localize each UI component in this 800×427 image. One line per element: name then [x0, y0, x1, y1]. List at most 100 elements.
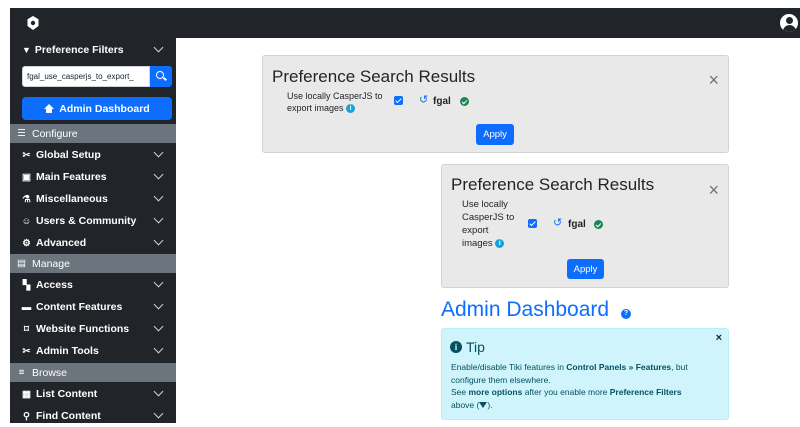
- filter-icon: ▼: [22, 45, 31, 55]
- tip-text: above (: [451, 399, 480, 410]
- info-icon[interactable]: i: [495, 238, 505, 248]
- chevron-down-icon: [153, 321, 164, 332]
- reset-icon[interactable]: ↺: [419, 95, 428, 106]
- sidebar-item-access[interactable]: ▚ Access: [10, 274, 176, 296]
- sidebar-item-label: List Content: [36, 388, 98, 400]
- tiki-logo-icon[interactable]: [26, 16, 40, 30]
- sidebar-item-global-setup[interactable]: ✂ Global Setup: [10, 144, 176, 166]
- chevron-down-icon: [153, 235, 164, 246]
- sidebar-item-main-features[interactable]: ▣ Main Features: [10, 166, 176, 188]
- preference-label-line: Use locally: [462, 199, 508, 210]
- sidebar-item-find-content[interactable]: ⚲ Find Content: [10, 405, 176, 427]
- tip-link[interactable]: more options: [469, 387, 523, 397]
- preference-checkbox[interactable]: [394, 96, 403, 105]
- sidebar-item-label: Users & Community: [36, 215, 137, 227]
- sidebar-item-admin-tools[interactable]: ✂ Admin Tools: [10, 340, 176, 362]
- sidebar-item-label: Main Features: [36, 171, 107, 183]
- sliders-icon: ☰: [17, 128, 26, 139]
- chevron-down-icon: [153, 408, 164, 419]
- sidebar-item-label: Global Setup: [36, 149, 101, 161]
- question-icon[interactable]: ?: [621, 309, 631, 319]
- flask-icon: ⚗: [22, 193, 31, 205]
- preference-label-line: export images: [287, 103, 344, 113]
- chevron-down-icon: [153, 213, 164, 224]
- close-icon[interactable]: ×: [708, 71, 719, 89]
- cogs-icon: ⚙: [22, 237, 31, 249]
- tip-title: Tip: [466, 339, 485, 355]
- admin-dashboard-button[interactable]: Admin Dashboard: [22, 97, 172, 120]
- sidebar-item-label: Content Features: [36, 301, 123, 313]
- home-icon: [44, 104, 55, 113]
- preference-checkbox[interactable]: [528, 219, 537, 228]
- sidebar-item-label: Admin Tools: [36, 345, 99, 357]
- section-manage: ▤ Manage: [10, 254, 176, 273]
- tip-text: ).: [487, 399, 493, 410]
- sidebar-item-website-functions[interactable]: ⌑ Website Functions: [10, 318, 176, 340]
- admin-sidebar: ▼ Preference Filters Admin Dashboard ☰ C…: [10, 38, 176, 423]
- preference-label-line: CasperJS to: [462, 212, 515, 223]
- sidebar-item-miscellaneous[interactable]: ⚗ Miscellaneous: [10, 188, 176, 210]
- chevron-down-icon: [153, 191, 164, 202]
- user-avatar-icon[interactable]: [778, 12, 800, 34]
- folder-icon: ▬: [21, 301, 32, 313]
- search-icon: ⚲: [23, 410, 30, 422]
- tip-text: , but: [671, 362, 688, 372]
- top-navbar: [10, 8, 800, 38]
- section-configure-label: Configure: [32, 127, 78, 140]
- panel-title: Preference Search Results: [451, 175, 655, 194]
- tip-text: configure them elsewhere.: [451, 374, 551, 385]
- check-icon: [594, 220, 603, 229]
- preference-label: Use locally CasperJS to export images i: [287, 90, 383, 114]
- tools-icon: ✂: [22, 149, 31, 161]
- search-button[interactable]: [150, 66, 172, 87]
- tip-alert: × i Tip Enable/disable Tiki features in …: [441, 328, 729, 420]
- sidebar-item-label: Website Functions: [36, 323, 130, 335]
- window-icon: ⌑: [24, 323, 29, 335]
- section-configure: ☰ Configure: [10, 124, 176, 143]
- sidebar-item-label: Miscellaneous: [36, 193, 108, 205]
- preference-label-line: Use locally CasperJS to: [287, 91, 383, 101]
- preference-search-results-panel: Preference Search Results × Use locally …: [441, 164, 729, 288]
- preference-label-line: images: [462, 238, 493, 249]
- tip-link[interactable]: Control Panels » Features: [566, 362, 671, 372]
- section-manage-label: Manage: [32, 257, 70, 270]
- sidebar-item-list-content[interactable]: ▦ List Content: [10, 383, 176, 405]
- info-icon: i: [450, 341, 462, 353]
- apply-button[interactable]: Apply: [567, 259, 604, 279]
- info-icon[interactable]: i: [346, 104, 356, 114]
- close-icon[interactable]: ×: [716, 332, 722, 344]
- manage-icon: ▤: [17, 258, 26, 269]
- chevron-down-icon: [153, 42, 164, 53]
- close-icon[interactable]: ×: [708, 181, 719, 199]
- admin-dashboard-label: Admin Dashboard: [59, 102, 150, 115]
- panel-title: Preference Search Results: [272, 67, 476, 86]
- sidebar-item-label: Find Content: [36, 410, 101, 422]
- reset-icon[interactable]: ↺: [553, 218, 562, 229]
- apply-button[interactable]: Apply: [476, 124, 514, 145]
- preference-search-input[interactable]: [22, 66, 150, 87]
- sidebar-item-label: Access: [36, 279, 73, 291]
- sidebar-item-advanced[interactable]: ⚙ Advanced: [10, 232, 176, 254]
- tip-text: Enable/disable Tiki features in: [451, 362, 567, 372]
- door-icon: ▚: [22, 279, 31, 291]
- preference-tag: fgal: [433, 96, 451, 107]
- section-browse: ≡ Browse: [10, 363, 176, 382]
- admin-dashboard-title: Admin Dashboard: [441, 298, 610, 321]
- chevron-down-icon: [153, 299, 164, 310]
- preference-filters-label: Preference Filters: [34, 44, 124, 56]
- list-icon: ≡: [18, 367, 25, 378]
- chevron-down-icon: [153, 343, 164, 354]
- sidebar-item-label: Advanced: [36, 237, 87, 249]
- preference-tag: fgal: [568, 219, 586, 230]
- tip-link[interactable]: Preference Filters: [610, 387, 682, 397]
- chevron-down-icon: [153, 147, 164, 158]
- list-content-icon: ▦: [22, 388, 31, 400]
- sidebar-item-users-community[interactable]: ☺ Users & Community: [10, 210, 176, 232]
- tip-body: Enable/disable Tiki features in Control …: [451, 361, 723, 411]
- preference-filters-toggle[interactable]: ▼ Preference Filters: [10, 38, 176, 62]
- check-icon: [460, 97, 469, 106]
- search-icon: [156, 71, 164, 79]
- sidebar-item-content-features[interactable]: ▬ Content Features: [10, 296, 176, 318]
- section-browse-label: Browse: [32, 366, 68, 379]
- preference-label-line: export: [462, 225, 489, 236]
